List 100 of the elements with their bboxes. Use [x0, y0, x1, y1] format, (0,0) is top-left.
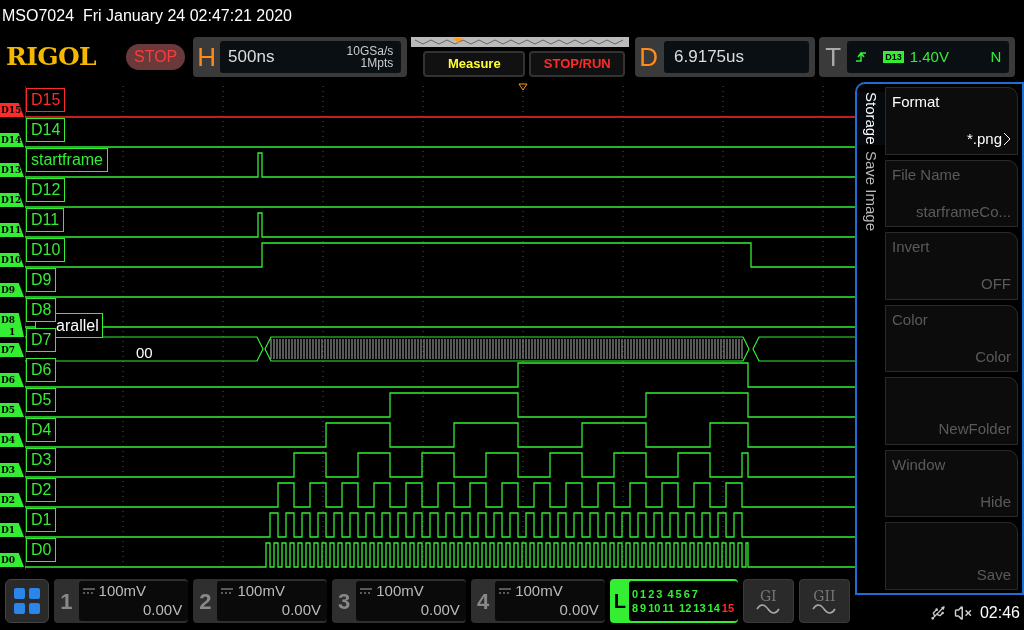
channel-label: D11 [26, 208, 65, 232]
menu-button[interactable] [5, 579, 50, 623]
channel-tab[interactable]: D10 [0, 253, 24, 267]
channel-tab[interactable]: D6 [0, 373, 24, 387]
analog-channel-panel[interactable]: 2 100mV 0.00V [193, 579, 327, 623]
channel-number: 3 [338, 587, 351, 616]
measure-button[interactable]: Measure [423, 51, 526, 77]
channel-label: D10 [26, 238, 66, 262]
channel-number: 1 [60, 587, 73, 616]
channel-tab[interactable]: D5 [0, 403, 24, 417]
channel-label: startframe [26, 148, 108, 172]
sine-wave-icon [756, 604, 781, 614]
run-state-badge: STOP [126, 44, 186, 70]
logic-bit: 5 [675, 587, 682, 601]
channel-tab[interactable]: D14 [0, 133, 24, 147]
logic-bit: 6 [683, 587, 690, 601]
side-tab[interactable]: Storage [857, 92, 885, 145]
vertical-offset: 0.00V [420, 600, 460, 619]
logic-bit: 4 [667, 587, 674, 601]
channel-tab[interactable]: D12 [0, 193, 24, 207]
logic-bit: 13 [693, 601, 706, 615]
status-line: MSO7024 Fri January 24 02:47:21 2020 [2, 6, 292, 26]
channel-label: D6 [26, 358, 57, 382]
channel-tab[interactable]: D11 [0, 223, 24, 237]
channel-tab[interactable]: D8 1 [0, 313, 24, 337]
logic-bit: 3 [656, 587, 663, 601]
channel-label: D2 [26, 478, 57, 502]
channel-label: D5 [26, 388, 57, 412]
channel-tab[interactable]: D15 [0, 103, 24, 117]
channel-label: D14 [26, 118, 66, 142]
sine-wave-icon [812, 604, 837, 614]
logic-bit: 9 [640, 601, 647, 615]
bus-value: 00 [136, 343, 153, 363]
channel-label: D9 [26, 268, 57, 292]
dc-coupling-icon [499, 587, 512, 594]
channel-tab[interactable]: D4 [0, 433, 24, 447]
rising-edge-icon [855, 51, 868, 63]
analog-channel-panel[interactable]: 4 100mV 0.00V [470, 579, 605, 623]
channel-label: D4 [26, 418, 57, 442]
channel-tab[interactable]: D7 [0, 343, 24, 357]
stop-run-button[interactable]: STOP/RUN [529, 51, 626, 77]
logic-bit: 8 [631, 601, 639, 615]
channel-number: 4 [476, 587, 490, 616]
logic-bit: 2 [648, 587, 655, 601]
delay-value: 6.9175us [674, 46, 744, 69]
trigger-panel[interactable]: T D13 1.40V N [819, 37, 1016, 77]
logic-bit: 1 [640, 587, 647, 601]
softkey[interactable]: Format *.png [885, 87, 1018, 155]
trigger-level: 1.40V [909, 46, 949, 67]
logo: RIGOL [6, 41, 98, 74]
logic-letter: L [613, 589, 626, 614]
analog-channel-panel[interactable]: 1 100mV 0.00V [54, 579, 189, 623]
grid-icon [14, 588, 41, 614]
logic-bit: 14 [707, 601, 720, 615]
vertical-offset: 0.00V [281, 600, 321, 619]
vertical-scale: 100mV [237, 581, 285, 600]
trigger-mode: N [990, 46, 1002, 67]
channel-label: D15 [26, 88, 66, 112]
trigger-position-icon [518, 83, 528, 91]
vertical-offset: 0.00V [559, 600, 599, 619]
dc-coupling-icon [221, 587, 234, 594]
channel-label: D3 [26, 448, 57, 472]
speaker-muted-icon [953, 603, 972, 622]
channel-label: D12 [26, 178, 66, 202]
chevron-right-icon [1003, 132, 1011, 147]
memory-depth: 1Mpts [360, 57, 394, 69]
logic-bit: 15 [721, 601, 735, 615]
vertical-scale: 100mV [98, 581, 147, 600]
channel-tab[interactable]: D1 [0, 523, 24, 537]
clock: 02:46 [979, 602, 1020, 623]
vertical-offset: 0.00V [142, 600, 183, 619]
sample-rate: 10GSa/s [346, 45, 394, 57]
channel-tab[interactable]: D9 [0, 283, 24, 297]
timebase-value: 500ns [228, 46, 275, 69]
trigger-letter: T [825, 44, 842, 70]
vertical-scale: 100mV [515, 581, 563, 600]
channel-tab[interactable]: D0 [0, 553, 24, 567]
logic-bit: 7 [691, 587, 698, 601]
analog-channel-panel[interactable]: 3 100mV 0.00V [332, 579, 466, 623]
timebase-panel[interactable]: H 500ns 10GSa/s 1Mpts [193, 37, 408, 77]
vertical-scale: 100mV [376, 581, 424, 600]
channel-number: 2 [199, 587, 212, 616]
delay-letter: D [639, 44, 659, 70]
dc-coupling-icon [82, 587, 95, 594]
delay-panel[interactable]: D 6.9175us [635, 37, 816, 77]
channel-tab[interactable]: D13 [0, 163, 24, 177]
logic-bit: 11 [662, 601, 675, 615]
usb-icon [929, 604, 946, 621]
channel-label: D1 [26, 508, 57, 532]
channel-label: D0 [26, 538, 57, 562]
logic-bit: 0 [631, 587, 639, 601]
logic-panel[interactable]: L 0 1 2 3 4 5 6 7 8 9 10 11 12 13 14 15 [609, 579, 738, 623]
dc-coupling-icon [360, 587, 373, 594]
channel-tab[interactable]: D2 [0, 493, 24, 507]
trigger-source: D13 [883, 51, 904, 63]
timebase-letter: H [197, 44, 217, 70]
logic-bit: 10 [648, 601, 661, 615]
channel-label: D8 [26, 298, 57, 322]
channel-tab[interactable]: D3 [0, 463, 24, 477]
logic-bit: 12 [679, 601, 692, 615]
